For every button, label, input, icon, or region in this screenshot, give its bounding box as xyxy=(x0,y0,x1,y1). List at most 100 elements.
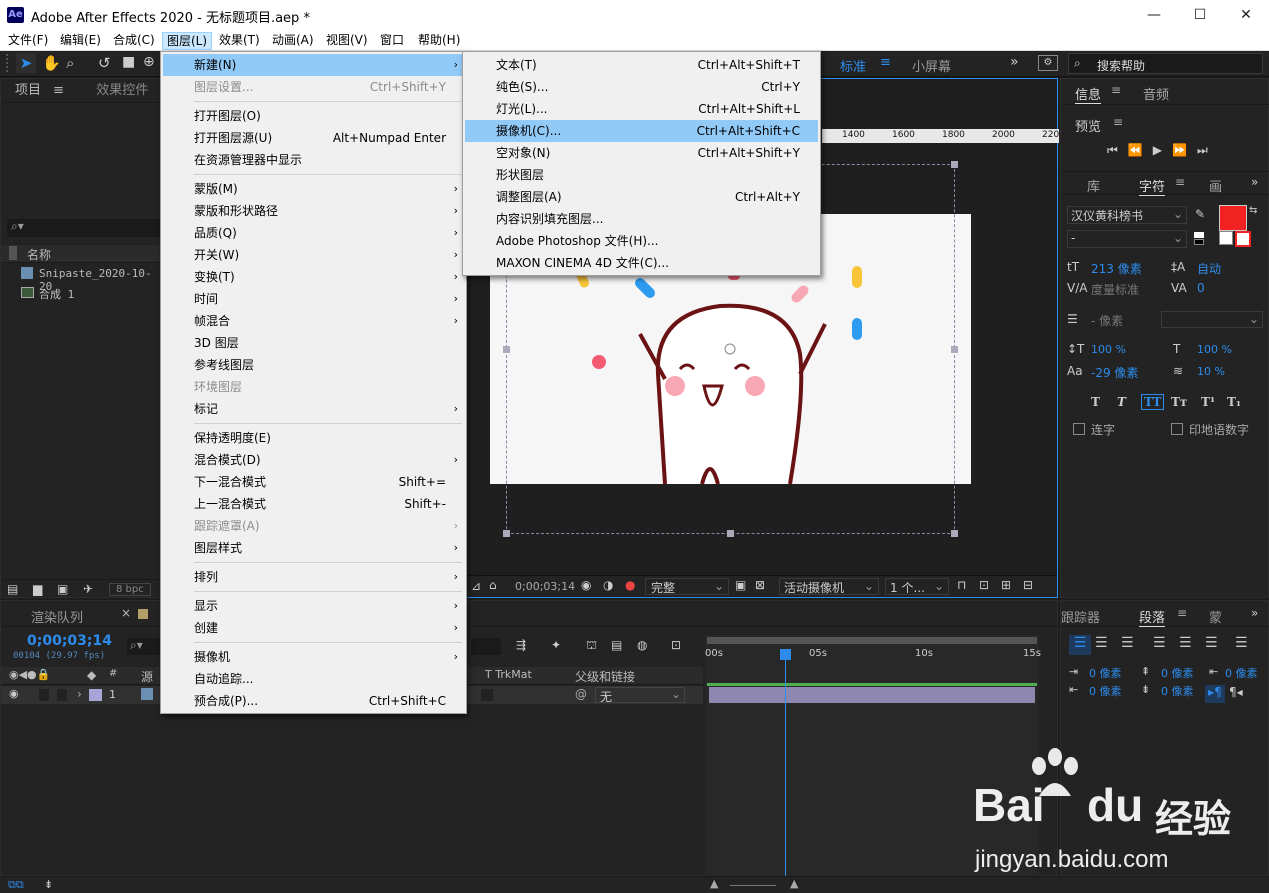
faux-italic-button[interactable]: T xyxy=(1117,395,1126,409)
new_menu-item[interactable]: Adobe Photoshop 文件(H)... xyxy=(465,230,818,252)
frame-blending-icon[interactable]: ▤ xyxy=(611,638,622,652)
panel-menu-icon[interactable]: ≡ xyxy=(1111,83,1121,97)
indent-first-value[interactable]: 0 像素 xyxy=(1225,665,1258,681)
channel-icon[interactable]: ● xyxy=(625,578,635,592)
layer_menu-item[interactable]: 上一混合模式 Shift+- xyxy=(163,493,464,515)
layer_menu-item[interactable]: 显示 › xyxy=(163,595,464,617)
menu-window[interactable]: 窗口 xyxy=(376,32,408,50)
layer_menu-item[interactable]: 蒙版(M) › xyxy=(163,178,464,200)
baseline-shift-value[interactable]: -29 像素 xyxy=(1091,364,1138,381)
modes-toggle-icon[interactable]: ⇟ xyxy=(44,878,53,891)
camera-tool-icon[interactable]: ■ xyxy=(122,54,135,70)
col-parent[interactable]: 父级和链接 xyxy=(575,668,635,685)
work-area-bar[interactable] xyxy=(707,637,1037,644)
stroke-width-value[interactable]: - 像素 xyxy=(1091,312,1123,329)
new_menu-item[interactable]: 形状图层 xyxy=(465,164,818,186)
workspace-small-screen[interactable]: 小屏幕 xyxy=(912,56,951,75)
tab-paragraph-short[interactable]: 画 xyxy=(1209,176,1222,195)
playhead-handle[interactable] xyxy=(780,649,791,660)
new_menu-item[interactable]: 文本(T) Ctrl+Alt+Shift+T xyxy=(465,54,818,76)
resolution-dropdown[interactable]: 完整 ⌄ xyxy=(645,578,729,595)
menu-view[interactable]: 视图(V) xyxy=(322,32,372,50)
panel-menu-icon[interactable]: ≡ xyxy=(1175,175,1185,189)
pan-behind-tool-icon[interactable]: ⊕ xyxy=(143,54,155,70)
layer_menu-item[interactable]: 打开图层(O) xyxy=(163,105,464,127)
expand-layer-icon[interactable]: › xyxy=(77,687,82,701)
last-frame-icon[interactable]: ⏭ xyxy=(1197,143,1218,157)
tab-info[interactable]: 信息 xyxy=(1075,84,1102,104)
rotate-tool-icon[interactable]: ↺ xyxy=(98,54,111,72)
font-style-dropdown[interactable]: - ⌄ xyxy=(1067,230,1187,248)
toggle-mask-icon[interactable]: ⊿ xyxy=(471,579,481,593)
tab-library[interactable]: 库 xyxy=(1087,176,1100,195)
menu-animation[interactable]: 动画(A) xyxy=(268,32,318,50)
align-right-icon[interactable]: ☰ xyxy=(1121,635,1134,651)
panel-menu-icon[interactable]: ≡ xyxy=(1177,606,1187,620)
tab-render-queue[interactable]: 渲染队列 xyxy=(31,607,83,626)
subscript-button[interactable]: T₁ xyxy=(1227,395,1241,409)
panel-more-icon[interactable]: » xyxy=(1251,175,1258,189)
fast-preview-icon[interactable]: ▣ xyxy=(735,578,746,592)
comp-mini-flowchart-icon[interactable]: ⇶ xyxy=(516,638,526,652)
tab-audio[interactable]: 音频 xyxy=(1143,84,1169,103)
new-composition-icon[interactable]: ▣ xyxy=(57,582,68,596)
layer_menu-item[interactable]: 混合模式(D) › xyxy=(163,449,464,471)
workspace-more-icon[interactable]: » xyxy=(1010,54,1019,70)
interpret-footage-icon[interactable]: ▤ xyxy=(7,582,18,596)
close-tab-icon[interactable]: × xyxy=(121,606,131,620)
layer_menu-item[interactable]: 创建 › xyxy=(163,617,464,639)
new_menu-item[interactable]: 内容识别填充图层... xyxy=(465,208,818,230)
transform-handle[interactable] xyxy=(951,530,958,537)
layer_menu-item[interactable]: 品质(Q) › xyxy=(163,222,464,244)
tab-paragraph[interactable]: 段落 xyxy=(1139,607,1166,627)
horizontal-scale-value[interactable]: 100 % xyxy=(1197,343,1232,356)
new_menu-item[interactable]: 摄像机(C)... Ctrl+Alt+Shift+C xyxy=(465,120,818,142)
col-trkmat[interactable]: T TrkMat xyxy=(485,668,532,681)
vertical-scale-value[interactable]: 100 % xyxy=(1091,343,1126,356)
align-center-icon[interactable]: ☰ xyxy=(1095,635,1108,651)
new_menu-item[interactable]: 灯光(L)... Ctrl+Alt+Shift+L xyxy=(465,98,818,120)
layer_menu-item[interactable]: 标记 › xyxy=(163,398,464,420)
all-caps-button[interactable]: TT xyxy=(1141,394,1165,410)
motion-blur-icon[interactable]: ◍ xyxy=(637,638,647,652)
zoom-out-icon[interactable]: ▲ xyxy=(710,877,718,890)
space-after-value[interactable]: 0 像素 xyxy=(1161,683,1194,699)
new_menu-item[interactable]: 纯色(S)... Ctrl+Y xyxy=(465,76,818,98)
project-search-input[interactable]: ⌕▾ xyxy=(7,219,163,237)
panel-more-icon[interactable]: » xyxy=(1251,606,1258,620)
bpc-button[interactable]: 8 bpc xyxy=(109,583,151,596)
layer_menu-item[interactable]: 自动追踪... xyxy=(163,668,464,690)
comp-flowchart-icon[interactable]: ⊞ xyxy=(1001,578,1011,592)
layer_menu-item[interactable]: 变换(T) › xyxy=(163,266,464,288)
layer_menu-item[interactable]: 下一混合模式 Shift+= xyxy=(163,471,464,493)
faux-bold-button[interactable]: T xyxy=(1091,395,1100,409)
viewer-timecode[interactable]: 0;00;03;14 xyxy=(515,580,575,593)
transform-handle[interactable] xyxy=(503,530,510,537)
transform-handle[interactable] xyxy=(951,346,958,353)
tab-tracker[interactable]: 跟踪器 xyxy=(1061,607,1100,626)
justify-center-icon[interactable]: ☰ xyxy=(1179,635,1192,651)
hand-tool-icon[interactable]: ✋ xyxy=(42,54,61,72)
layer-color-label[interactable] xyxy=(89,689,102,701)
list-item[interactable]: 合成 1 xyxy=(1,284,163,302)
flowchart-icon[interactable]: ✈ xyxy=(83,582,93,596)
visibility-icon[interactable]: ◉ xyxy=(9,687,19,700)
menu-effect[interactable]: 效果(T) xyxy=(215,32,264,50)
layer_menu-item[interactable]: 3D 图层 xyxy=(163,332,464,354)
panel-menu-icon[interactable]: ≡ xyxy=(1113,115,1123,129)
next-frame-icon[interactable]: ⏩ xyxy=(1172,143,1197,157)
shy-layers-icon[interactable]: ⛫ xyxy=(586,638,597,654)
graph-editor-icon[interactable]: ⊡ xyxy=(671,638,681,652)
layer_menu-item[interactable]: 预合成(P)... Ctrl+Shift+C xyxy=(163,690,464,712)
indent-right-value[interactable]: 0 像素 xyxy=(1089,683,1122,699)
small-caps-button[interactable]: Tт xyxy=(1171,395,1187,409)
snapshot-icon[interactable]: ◉ xyxy=(581,578,591,592)
tab-character[interactable]: 字符 xyxy=(1139,176,1166,196)
layer_menu-item[interactable]: 打开图层源(U) Alt+Numpad Enter xyxy=(163,127,464,149)
layer_menu-item[interactable]: 蒙版和形状路径 › xyxy=(163,200,464,222)
tab-brush[interactable]: 蒙 xyxy=(1209,607,1222,626)
zoom-tool-icon[interactable]: ⌕ xyxy=(66,54,74,72)
transform-handle[interactable] xyxy=(503,346,510,353)
close-button[interactable]: ✕ xyxy=(1223,0,1269,30)
kerning-value[interactable]: 度量标准 xyxy=(1091,281,1139,298)
